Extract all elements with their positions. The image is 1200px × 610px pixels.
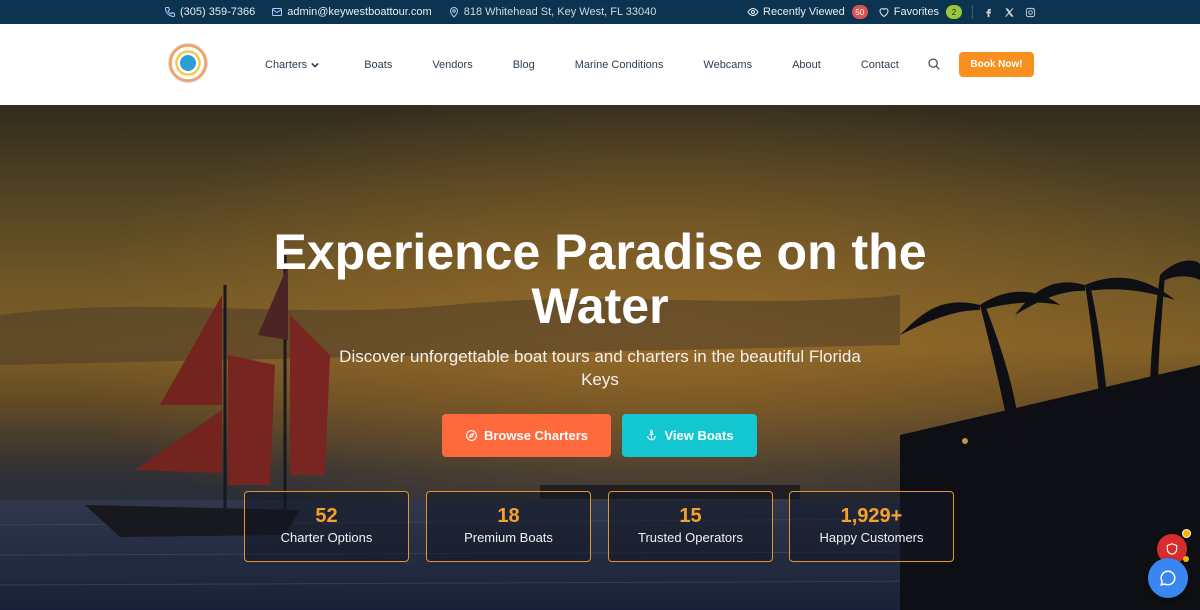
- anchor-icon: [647, 430, 657, 441]
- nav-vendors[interactable]: Vendors: [432, 59, 472, 71]
- nav-charters[interactable]: Charters: [265, 59, 319, 71]
- stat-card-trusted-operators: 15 Trusted Operators: [608, 491, 773, 562]
- favorites-label: Favorites: [893, 6, 939, 18]
- hero-title: Experience Paradise on the Water: [273, 224, 927, 334]
- favorites-count: 2: [946, 5, 962, 19]
- address-text: 818 Whitehead St, Key West, FL 33040: [463, 6, 657, 18]
- stat-value: 18: [497, 505, 520, 527]
- phone-text: (305) 359-7366: [180, 6, 256, 18]
- stat-card-charter-options: 52 Charter Options: [244, 491, 409, 562]
- site-logo[interactable]: [168, 43, 208, 83]
- nav-about[interactable]: About: [792, 59, 821, 71]
- search-icon: [928, 58, 940, 70]
- stat-label: Premium Boats: [464, 530, 553, 545]
- book-now-button[interactable]: Book Now!: [959, 52, 1034, 77]
- stat-label: Charter Options: [280, 530, 373, 545]
- stat-label: Happy Customers: [819, 530, 924, 545]
- chat-button[interactable]: [1148, 558, 1188, 598]
- hero-subtitle: Discover unforgettable boat tours and ch…: [339, 347, 861, 389]
- chat-icon: [1160, 570, 1176, 586]
- hero-section: Experience Paradise on the Water Discove…: [0, 105, 1200, 610]
- stat-card-happy-customers: 1,929+ Happy Customers: [789, 491, 954, 562]
- mail-icon: [272, 8, 283, 16]
- favorites-link[interactable]: Favorites 2: [878, 5, 962, 19]
- stat-label: Trusted Operators: [637, 530, 743, 545]
- contact-info: (305) 359-7366 admin@keywestboattour.com…: [164, 0, 656, 24]
- topbar-actions: Recently Viewed 50 Favorites 2: [747, 0, 1036, 24]
- nav-marine-conditions[interactable]: Marine Conditions: [575, 59, 664, 71]
- x-icon[interactable]: [1004, 7, 1015, 18]
- search-button[interactable]: [927, 57, 943, 73]
- recently-viewed-label: Recently Viewed: [763, 6, 845, 18]
- browse-charters-label: Browse Charters: [483, 428, 589, 443]
- stat-card-premium-boats: 18 Premium Boats: [426, 491, 591, 562]
- email-link[interactable]: admin@keywestboattour.com: [271, 6, 432, 18]
- stat-value: 1,929+: [840, 505, 903, 527]
- chevron-down-icon: [311, 62, 319, 68]
- nav-contact[interactable]: Contact: [861, 59, 899, 71]
- view-boats-label: View Boats: [664, 428, 734, 443]
- instagram-icon[interactable]: [1025, 7, 1036, 18]
- main-nav: Charters Boats Vendors Blog Marine Condi…: [265, 24, 899, 105]
- compass-icon: [466, 430, 477, 441]
- social-links: [983, 7, 1036, 18]
- nav-boats[interactable]: Boats: [364, 59, 392, 71]
- stat-value: 52: [315, 505, 338, 527]
- map-pin-icon: [449, 7, 458, 18]
- nav-blog[interactable]: Blog: [513, 59, 535, 71]
- logo-anchor-mark: [180, 55, 196, 71]
- browse-charters-button[interactable]: Browse Charters: [442, 414, 611, 457]
- shield-icon: [1166, 543, 1178, 555]
- notification-dot-small: [1183, 556, 1189, 562]
- email-text: admin@keywestboattour.com: [287, 6, 432, 18]
- nav-webcams[interactable]: Webcams: [703, 59, 752, 71]
- notification-dot: [1182, 529, 1191, 538]
- phone-link[interactable]: (305) 359-7366: [164, 6, 255, 18]
- recently-viewed-link[interactable]: Recently Viewed 50: [747, 5, 868, 19]
- top-info-bar: (305) 359-7366 admin@keywestboattour.com…: [0, 0, 1200, 24]
- facebook-icon[interactable]: [983, 7, 994, 18]
- heart-icon: [879, 8, 889, 18]
- recently-viewed-count: 50: [851, 5, 868, 19]
- eye-icon: [747, 7, 759, 17]
- phone-icon: [164, 7, 175, 18]
- view-boats-button[interactable]: View Boats: [622, 414, 757, 457]
- nav-charters-label: Charters: [265, 58, 308, 71]
- site-header: Charters Boats Vendors Blog Marine Condi…: [0, 24, 1200, 105]
- stat-value: 15: [679, 505, 702, 527]
- divider: [972, 5, 973, 19]
- address-link[interactable]: 818 Whitehead St, Key West, FL 33040: [448, 6, 657, 18]
